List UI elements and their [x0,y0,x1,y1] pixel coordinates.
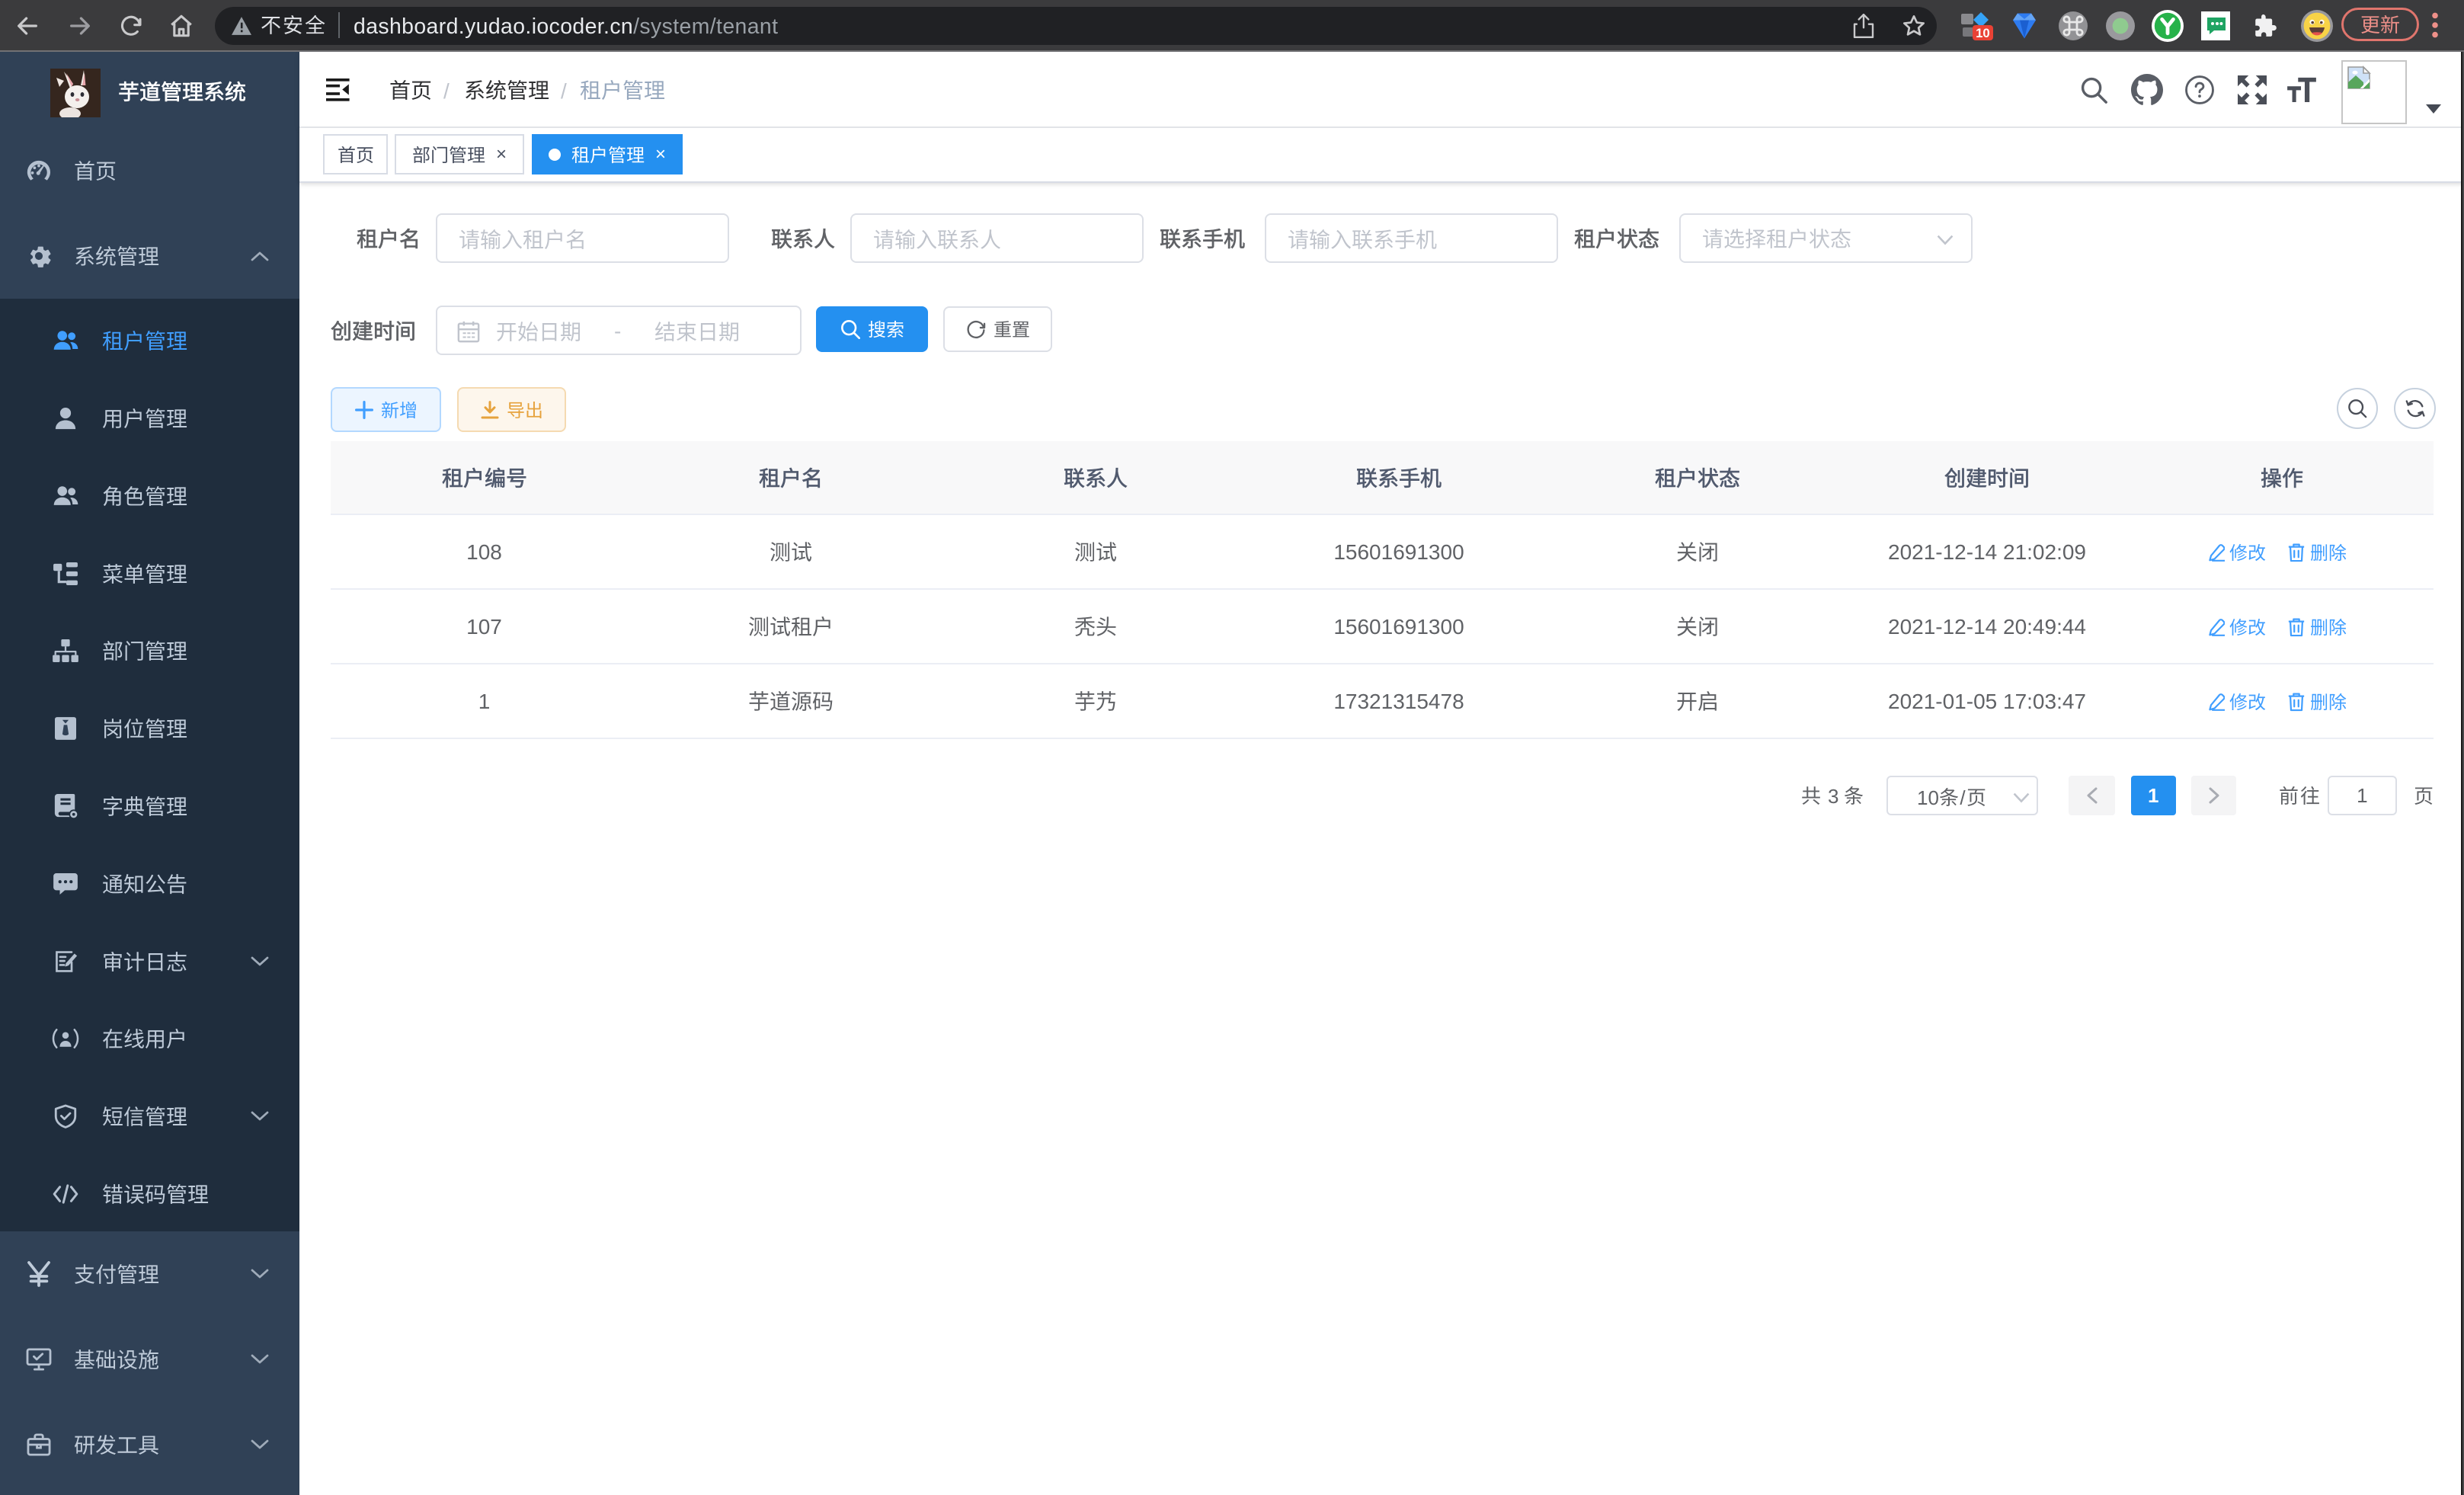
svg-text:10: 10 [1976,26,1990,40]
